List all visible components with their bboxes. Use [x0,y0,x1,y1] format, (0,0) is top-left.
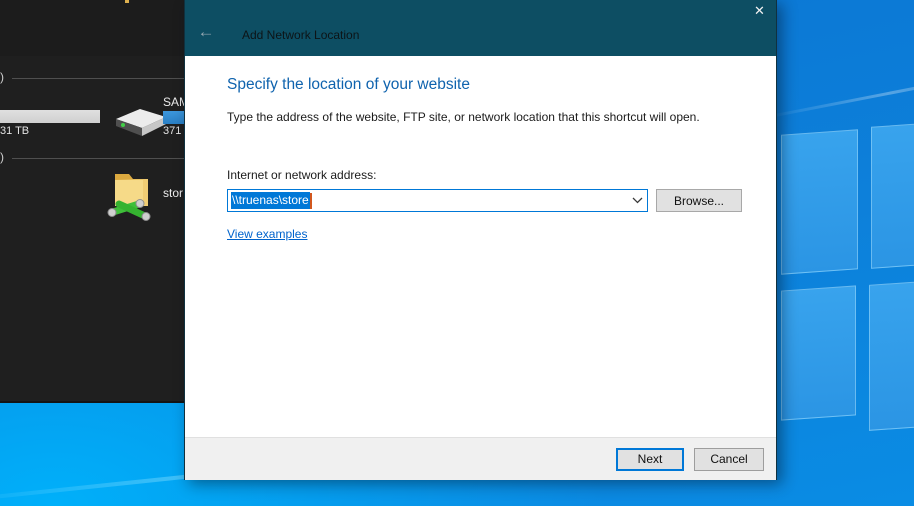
file-explorer-window: ) 31 TB SAM 371 ) stor [0,0,184,403]
windows-logo-pane [871,121,914,269]
explorer-group-header: ) [0,150,184,164]
explorer-group-header: ) [0,70,184,84]
dialog-footer: Next Cancel [185,437,776,480]
chevron-down-icon[interactable] [627,190,647,211]
windows-logo-pane [869,279,914,431]
drive-capacity-text: 31 TB [0,125,29,137]
dialog-header: ← Add Network Location ✕ [185,0,776,56]
close-button[interactable]: ✕ [741,0,778,22]
browse-button[interactable]: Browse... [656,189,742,212]
network-folder-icon[interactable] [107,168,153,224]
explorer-toolbar [0,0,184,56]
network-location-name[interactable]: stor [163,186,183,200]
group-divider [12,158,184,159]
group-divider [12,78,184,79]
text-caret [310,193,312,209]
address-value-selected: \\truenas\store [231,192,310,209]
group-header-label: ) [0,150,4,164]
windows-logo-pane [781,285,856,420]
drive-capacity-bar [0,110,100,123]
description-text: Type the address of the website, FTP sit… [227,110,746,124]
cancel-button[interactable]: Cancel [694,448,764,471]
dialog-title: Add Network Location [242,28,359,42]
wallpaper-light-beam [760,67,914,120]
drive-capacity-bar [163,111,184,124]
back-button[interactable]: ← [193,21,219,43]
add-network-location-dialog: ← Add Network Location ✕ Specify the loc… [184,0,777,480]
page-heading: Specify the location of your website [227,76,746,94]
folder-icon [125,0,129,3]
next-button[interactable]: Next [616,448,684,471]
drive-capacity-text: 371 [163,125,181,137]
address-row: \\truenas\store Browse... [227,189,746,212]
back-icon: ← [198,22,215,41]
address-input[interactable]: \\truenas\store [227,189,648,212]
dialog-body: Specify the location of your website Typ… [185,56,776,437]
screen: ) 31 TB SAM 371 ) stor [0,0,914,506]
drive-name[interactable]: SAM [163,95,184,109]
view-examples-link[interactable]: View examples [227,227,307,241]
group-header-label: ) [0,70,4,84]
address-label: Internet or network address: [227,168,746,182]
windows-logo-pane [781,129,858,274]
close-icon: ✕ [754,3,765,18]
